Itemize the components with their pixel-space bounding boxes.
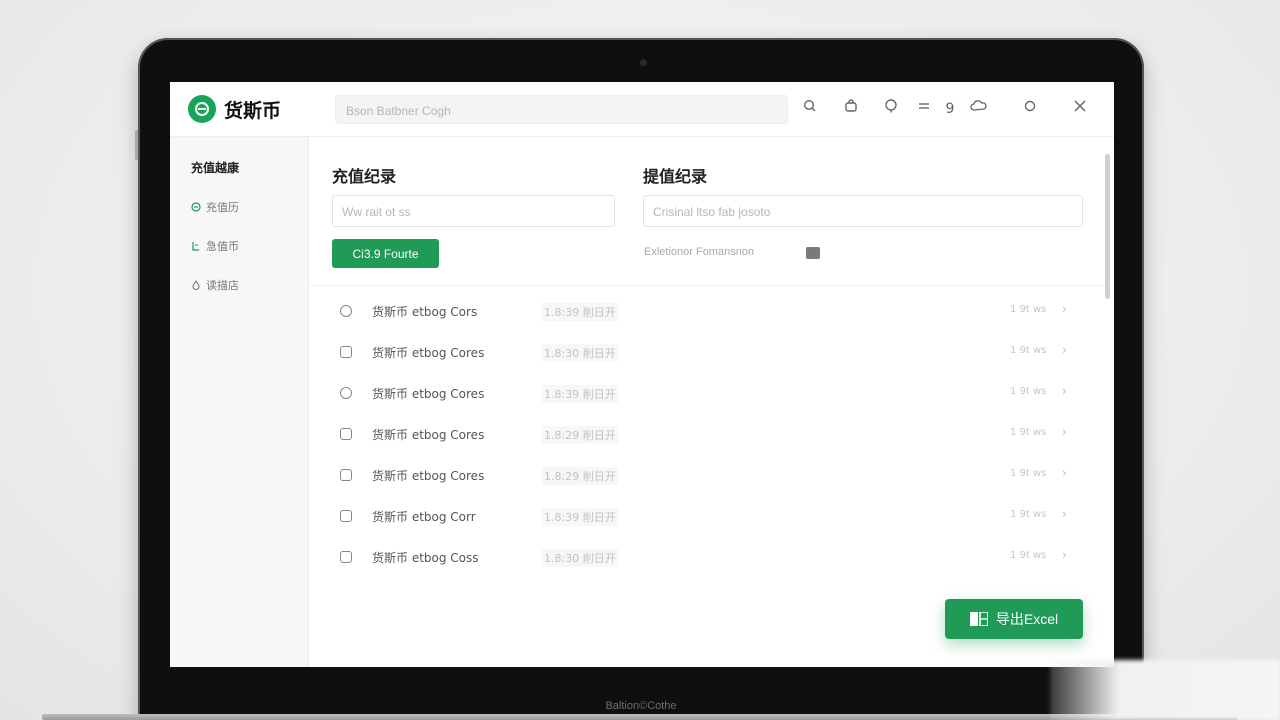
- laptop-brand-label: Baltion©Cothe: [605, 700, 677, 712]
- cloud-icon[interactable]: [969, 99, 989, 119]
- app-window: 货斯币 9 充值越康 充值历: [170, 82, 1114, 667]
- record-time: 1.8:30 削日开: [542, 549, 618, 567]
- record-name: 货斯币 etbog Cores: [372, 469, 485, 483]
- list-item[interactable]: 货斯币 etbog Cores 1.8:29 削日开 1 9t ws ›: [310, 456, 1090, 497]
- search-input[interactable]: [336, 96, 799, 125]
- record-time: 1.8:29 削日开: [542, 467, 618, 485]
- chevron-right-icon[interactable]: ›: [1062, 425, 1067, 439]
- scrollbar[interactable]: [1105, 154, 1110, 299]
- record-time: 1.8:29 削日开: [542, 426, 618, 444]
- record-value: 1 9t ws: [1010, 550, 1047, 561]
- withdraw-field[interactable]: [643, 195, 1093, 228]
- sidebar: 充值越康 充值历 急值币 读描店: [170, 137, 309, 667]
- record-icon: [340, 387, 352, 399]
- record-list: 货斯币 etbog Cors 1.8:39 削日开 1 9t ws › 货斯币 …: [310, 292, 1090, 579]
- record-icon: [340, 305, 352, 317]
- drop-icon: [192, 280, 200, 290]
- withdraw-hint: Exletionor Fomansnon: [644, 246, 755, 258]
- record-icon: [340, 510, 352, 522]
- record-icon: [340, 469, 352, 481]
- list-item[interactable]: 货斯币 etbog Cores 1.8:39 削日开 1 9t ws ›: [310, 374, 1090, 415]
- record-time: 1.8:39 削日开: [542, 508, 618, 526]
- document-icon: [192, 242, 199, 251]
- sidebar-item-recharge[interactable]: 充值历: [191, 199, 239, 215]
- number-9-icon[interactable]: 9: [940, 99, 960, 119]
- record-value: 1 9t ws: [1010, 427, 1047, 438]
- list-item[interactable]: 货斯币 etbog Cores 1.8:29 削日开 1 9t ws ›: [310, 415, 1090, 456]
- record-value: 1 9t ws: [1010, 304, 1047, 315]
- chevron-right-icon[interactable]: ›: [1062, 343, 1067, 357]
- bag-icon[interactable]: [841, 99, 861, 119]
- blurred-watermark: [1050, 660, 1280, 720]
- withdraw-title: 提值纪录: [643, 167, 708, 186]
- export-excel-button[interactable]: 导出Excel: [945, 599, 1083, 639]
- sidebar-item-label: 充值历: [206, 201, 239, 214]
- recharge-field[interactable]: [332, 195, 625, 228]
- record-name: 货斯币 etbog Cors: [372, 305, 478, 319]
- withdraw-input[interactable]: [644, 196, 1093, 228]
- recharge-button[interactable]: Ci3.9 Fourte: [332, 239, 439, 268]
- main-content: 充值纪录 Ci3.9 Fourte 提值纪录 Exletionor Fomans…: [310, 137, 1105, 667]
- close-icon[interactable]: [1070, 99, 1090, 119]
- record-icon: [340, 428, 352, 440]
- equals-icon[interactable]: [914, 99, 934, 119]
- list-item[interactable]: 货斯币 etbog Cors 1.8:39 削日开 1 9t ws ›: [310, 292, 1090, 333]
- search-bar[interactable]: [335, 95, 799, 125]
- sidebar-item-store[interactable]: 读描店: [191, 277, 239, 293]
- record-name: 货斯币 etbog Corr: [372, 510, 476, 524]
- brand-logo-icon: [188, 95, 216, 123]
- record-value: 1 9t ws: [1010, 386, 1047, 397]
- camera: [640, 59, 647, 66]
- recharge-title: 充值纪录: [332, 167, 397, 186]
- record-icon: [340, 346, 352, 358]
- record-name: 货斯币 etbog Coss: [372, 551, 479, 565]
- record-icon: [340, 551, 352, 563]
- circle-icon[interactable]: [1020, 99, 1040, 119]
- record-name: 货斯币 etbog Cores: [372, 428, 485, 442]
- recharge-input[interactable]: [333, 196, 625, 228]
- record-name: 货斯币 etbog Cores: [372, 387, 485, 401]
- sidebar-title: 充值越康: [191, 161, 240, 175]
- record-value: 1 9t ws: [1010, 345, 1047, 356]
- record-time: 1.8:39 削日开: [542, 385, 618, 403]
- export-label: 导出Excel: [995, 611, 1059, 627]
- sidebar-item-label: 急值币: [206, 240, 239, 253]
- info-icon[interactable]: [806, 247, 820, 259]
- divider: [310, 285, 1105, 286]
- brand-name: 货斯币: [224, 100, 282, 122]
- search-icon[interactable]: [800, 99, 820, 119]
- record-value: 1 9t ws: [1010, 468, 1047, 479]
- list-item[interactable]: 货斯币 etbog Coss 1.8:30 削日开 1 9t ws ›: [310, 538, 1090, 579]
- chevron-right-icon[interactable]: ›: [1062, 507, 1067, 521]
- clock-circle-icon: [191, 202, 201, 212]
- record-name: 货斯币 etbog Cores: [372, 346, 485, 360]
- sidebar-item-urgent[interactable]: 急值币: [191, 238, 239, 254]
- record-value: 1 9t ws: [1010, 509, 1047, 520]
- list-item[interactable]: 货斯币 etbog Cores 1.8:30 削日开 1 9t ws ›: [310, 333, 1090, 374]
- top-bar: 货斯币 9: [170, 82, 1114, 137]
- list-item[interactable]: 货斯币 etbog Corr 1.8:39 削日开 1 9t ws ›: [310, 497, 1090, 538]
- chevron-right-icon[interactable]: ›: [1062, 302, 1067, 316]
- badge-icon[interactable]: [881, 99, 901, 119]
- excel-icon: [969, 612, 988, 626]
- chevron-right-icon[interactable]: ›: [1062, 384, 1067, 398]
- record-time: 1.8:39 削日开: [542, 303, 618, 321]
- chevron-right-icon[interactable]: ›: [1062, 466, 1067, 480]
- chevron-right-icon[interactable]: ›: [1062, 548, 1067, 562]
- sidebar-item-label: 读描店: [206, 279, 239, 292]
- record-time: 1.8:30 削日开: [542, 344, 618, 362]
